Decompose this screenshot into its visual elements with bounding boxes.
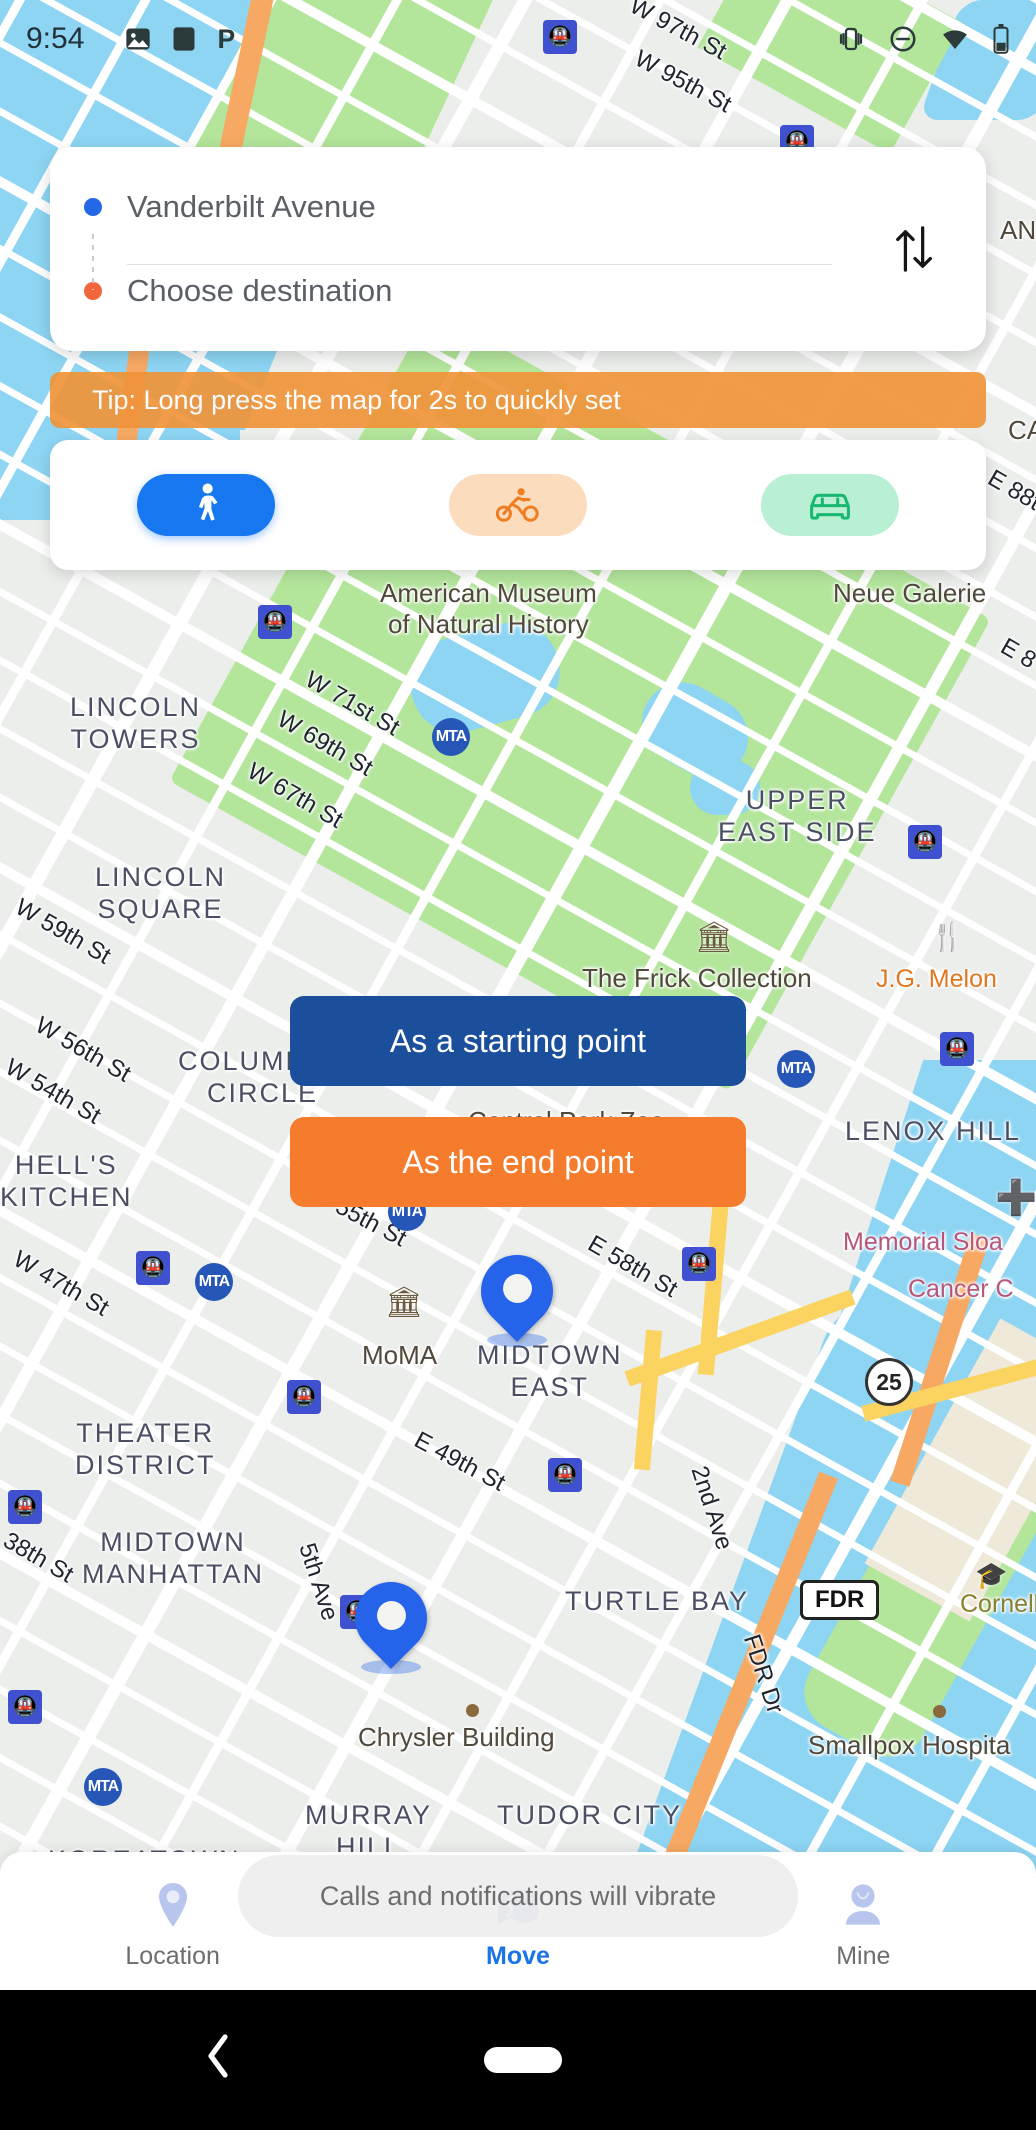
- transit-icon[interactable]: 🚇: [908, 825, 942, 859]
- transit-icon[interactable]: 🚇: [287, 1380, 321, 1414]
- square-app-icon: [170, 25, 198, 53]
- restaurant-icon[interactable]: 🍴: [930, 920, 965, 953]
- route-connector-line: [92, 234, 94, 290]
- museum-icon[interactable]: 🏛: [385, 1285, 423, 1320]
- mta-subway-icon[interactable]: MTA: [432, 718, 470, 756]
- phone-screen: LINCOLN TOWERS LINCOLN SQUARE UPPER EAST SIDE…: [0, 0, 1036, 2130]
- nav-label-move: Move: [486, 1941, 550, 1970]
- transit-icon[interactable]: 🚇: [548, 1458, 582, 1492]
- transit-icon[interactable]: 🚇: [136, 1251, 170, 1285]
- walking-icon: [198, 483, 218, 521]
- status-bar-right: [836, 24, 1010, 54]
- chrysler-pin[interactable]: [340, 1567, 442, 1678]
- mode-walking-button[interactable]: [137, 474, 275, 536]
- do-not-disturb-icon: [888, 24, 918, 54]
- toast-text: Calls and notifications will vibrate: [319, 1880, 717, 1911]
- poi-dot: [933, 1705, 946, 1718]
- location-pin-icon: [151, 1880, 195, 1932]
- status-clock: 9:54: [26, 22, 85, 55]
- route-input-card: Vanderbilt Avenue Choose destination: [50, 147, 986, 351]
- field-divider: [127, 264, 832, 265]
- nav-label-location: Location: [125, 1941, 220, 1970]
- android-home-pill[interactable]: [484, 2047, 562, 2073]
- route-shield: FDR: [800, 1580, 880, 1620]
- android-back-button[interactable]: [205, 2033, 231, 2087]
- transit-icon[interactable]: 🚇: [8, 1690, 42, 1724]
- parking-p-icon: P: [216, 24, 242, 54]
- midtown-east-pin[interactable]: [466, 1240, 568, 1351]
- image-icon: [124, 25, 152, 53]
- swap-arrows-icon: [896, 226, 932, 272]
- wifi-icon: [940, 24, 970, 54]
- as-starting-point-label: As a starting point: [389, 1022, 647, 1059]
- transit-icon[interactable]: 🚇: [258, 605, 292, 639]
- android-navigation-bar: [0, 1990, 1036, 2130]
- status-bar-left: 9:54 P: [26, 22, 242, 56]
- mta-subway-icon[interactable]: MTA: [777, 1050, 815, 1088]
- driving-icon: [810, 493, 850, 520]
- battery-icon: [992, 24, 1010, 54]
- mode-driving-button[interactable]: [761, 474, 899, 536]
- vibrate-toast: Calls and notifications will vibrate: [238, 1855, 798, 1937]
- start-point-row[interactable]: Vanderbilt Avenue: [84, 176, 878, 238]
- pin-hole: [377, 1601, 406, 1630]
- museum-icon[interactable]: 🏛: [695, 920, 733, 955]
- hospital-icon: ➕: [995, 1179, 1036, 1217]
- mode-cycling-button[interactable]: [449, 474, 587, 536]
- as-end-point-label: As the end point: [402, 1143, 634, 1180]
- transit-icon[interactable]: 🚇: [940, 1032, 974, 1066]
- nav-label-mine: Mine: [836, 1941, 891, 1970]
- transit-icon[interactable]: 🚇: [682, 1247, 716, 1281]
- start-dot-icon: [84, 198, 102, 216]
- svg-text:P: P: [218, 24, 236, 54]
- route-fields: Vanderbilt Avenue Choose destination: [84, 176, 878, 322]
- as-end-point-button[interactable]: As the end point: [290, 1117, 746, 1207]
- swap-endpoints-button[interactable]: [878, 212, 952, 286]
- transit-icon[interactable]: 🚇: [8, 1490, 42, 1524]
- transport-mode-card: [50, 440, 986, 570]
- pin-hole: [503, 1274, 532, 1303]
- start-point-value: Vanderbilt Avenue: [127, 189, 376, 224]
- end-point-placeholder: Choose destination: [127, 273, 393, 308]
- mta-subway-icon[interactable]: MTA: [195, 1263, 233, 1301]
- school-icon[interactable]: 🎓: [975, 1560, 1007, 1591]
- status-bar: 9:54 P: [0, 0, 1036, 78]
- mta-subway-icon[interactable]: MTA: [84, 1768, 122, 1806]
- cycling-icon: [496, 488, 539, 522]
- person-icon: [841, 1880, 885, 1932]
- poi-dot: [466, 1704, 479, 1717]
- end-point-row[interactable]: Choose destination: [84, 260, 878, 322]
- vibrate-icon: [836, 24, 866, 54]
- as-starting-point-button[interactable]: As a starting point: [290, 996, 746, 1086]
- tip-banner: Tip: Long press the map for 2s to quickl…: [50, 372, 986, 428]
- tip-banner-text: Tip: Long press the map for 2s to quickl…: [92, 384, 621, 415]
- route-shield: 25: [865, 1358, 913, 1406]
